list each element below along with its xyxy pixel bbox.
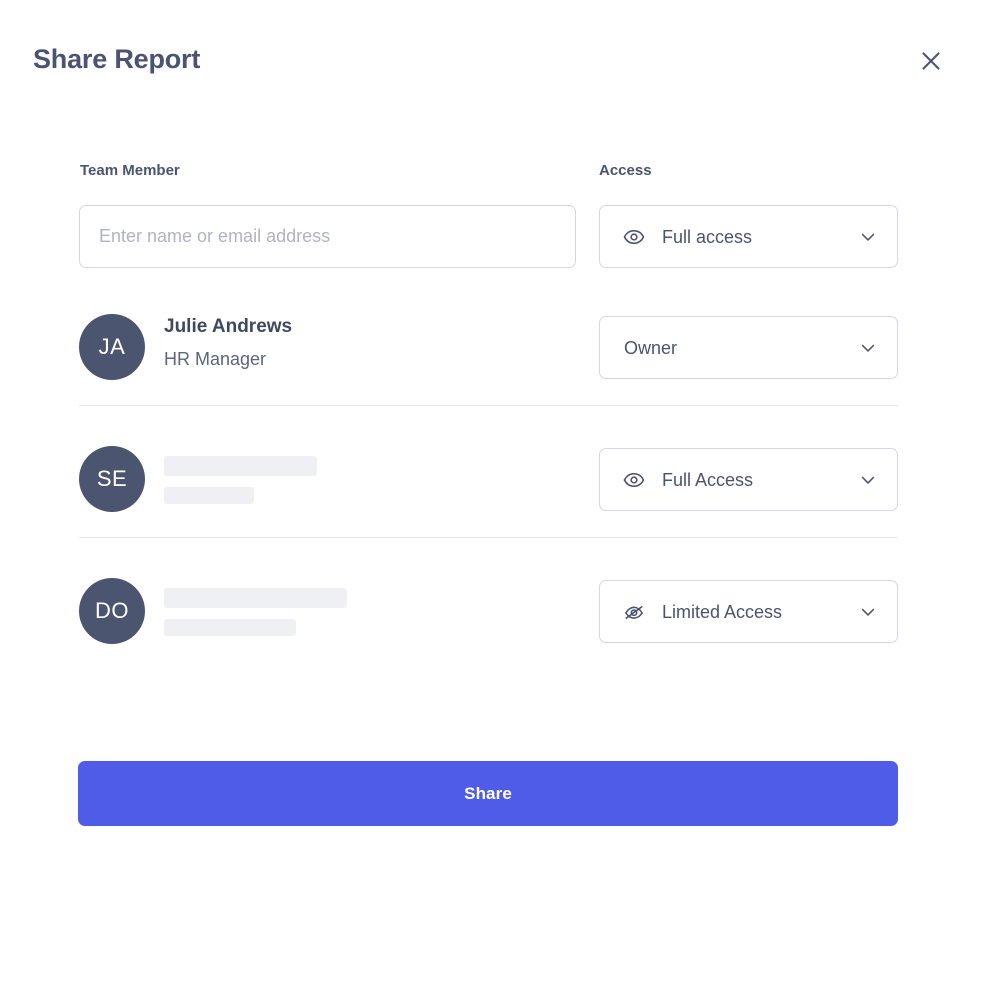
member-identity: Julie Andrews HR Manager [164, 314, 292, 372]
skeleton-role-placeholder [164, 619, 296, 636]
page-title: Share Report [33, 44, 201, 74]
avatar: JA [79, 314, 145, 380]
avatar-initials: JA [98, 334, 126, 359]
access-select-julie-andrews[interactable]: Owner [599, 316, 898, 379]
access-select-value: Limited Access [662, 601, 783, 622]
access-select-value: Full access [662, 226, 753, 247]
avatar: DO [79, 578, 145, 644]
member-name: Julie Andrews [164, 316, 293, 337]
access-label: Access [599, 162, 652, 179]
eye-icon [622, 225, 646, 249]
member-search-input[interactable] [79, 205, 576, 268]
skeleton-name-placeholder [164, 588, 347, 608]
dialog-header: Share Report [0, 0, 992, 120]
chevron-down-icon [857, 226, 879, 248]
share-button[interactable]: Share [78, 761, 898, 826]
chevron-down-icon [857, 469, 879, 491]
access-select-se[interactable]: Full Access [599, 448, 898, 511]
share-report-dialog: Share Report Team Member Access Full acc… [0, 0, 992, 992]
chevron-down-icon [857, 601, 879, 623]
avatar-initials: DO [95, 598, 129, 623]
row-divider [79, 405, 898, 406]
avatar: SE [79, 446, 145, 512]
member-role: HR Manager [164, 349, 267, 369]
access-select-invite[interactable]: Full access [599, 205, 898, 268]
column-headers: Team Member Access [0, 160, 992, 186]
chevron-down-icon [857, 337, 879, 359]
eye-icon [622, 468, 646, 492]
row-divider [79, 537, 898, 538]
access-select-value: Full Access [662, 469, 754, 490]
avatar-initials: SE [96, 466, 128, 491]
skeleton-role-placeholder [164, 487, 254, 504]
eye-off-icon [622, 600, 646, 624]
close-icon [919, 49, 943, 73]
close-button[interactable] [913, 43, 949, 79]
team-member-label: Team Member [80, 162, 180, 179]
access-select-do[interactable]: Limited Access [599, 580, 898, 643]
skeleton-name-placeholder [164, 456, 317, 476]
access-select-value: Owner [624, 337, 678, 358]
